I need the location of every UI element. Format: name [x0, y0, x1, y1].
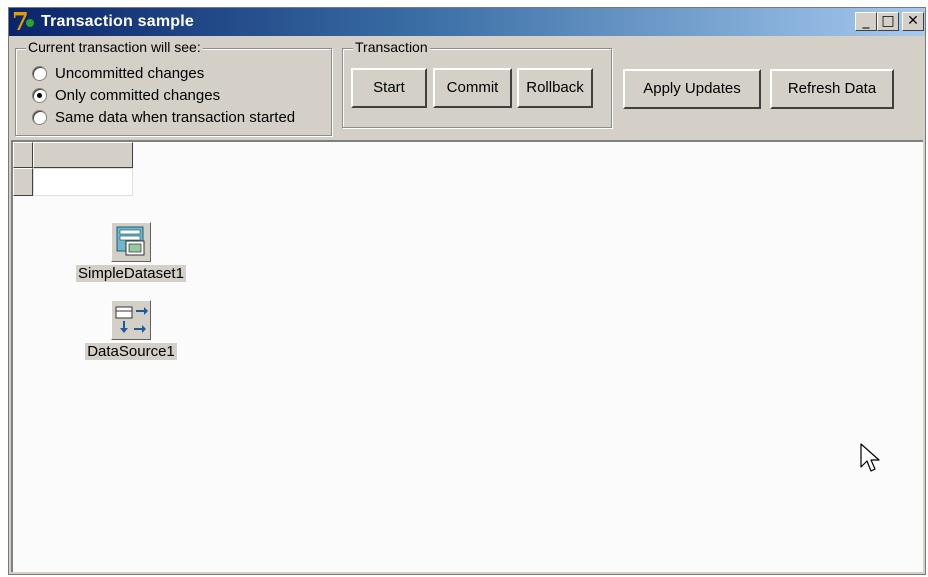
- form-client-area: SimpleDataset1 DataSource1: [11, 140, 923, 572]
- dataset-icon: [111, 222, 151, 262]
- maximize-button[interactable]: □: [877, 12, 899, 31]
- mouse-cursor-icon: [860, 443, 882, 478]
- datasource-icon: [111, 300, 151, 340]
- radio-uncommitted-label: Uncommitted changes: [55, 64, 205, 82]
- data-grid[interactable]: [13, 142, 133, 198]
- datasource-label: DataSource1: [85, 343, 177, 360]
- transaction-legend: Transaction: [353, 39, 430, 55]
- title-bar[interactable]: 7 Transaction sample _ □ ✕: [9, 8, 925, 36]
- grid-row-indicator[interactable]: [13, 168, 33, 196]
- radio-committed[interactable]: Only committed changes: [32, 85, 220, 105]
- commit-button[interactable]: Commit: [433, 68, 512, 108]
- radio-uncommitted[interactable]: Uncommitted changes: [32, 63, 204, 83]
- datasource-component[interactable]: DataSource1: [71, 300, 191, 361]
- toolbar-area: Current transaction will see: Uncommitte…: [9, 36, 925, 140]
- radio-snapshot[interactable]: Same data when transaction started: [32, 107, 295, 127]
- start-button[interactable]: Start: [351, 68, 427, 108]
- grid-column-header[interactable]: [33, 142, 133, 168]
- radio-uncommitted-circle[interactable]: [32, 65, 47, 81]
- app-window: 7 Transaction sample _ □ ✕ Current trans…: [8, 7, 926, 575]
- simple-dataset-component[interactable]: SimpleDataset1: [71, 222, 191, 283]
- window-title: Transaction sample: [41, 13, 194, 30]
- grid-data-cell[interactable]: [33, 168, 133, 196]
- rollback-button[interactable]: Rollback: [517, 68, 593, 108]
- transaction-groupbox: Transaction Start Commit Rollback: [342, 39, 612, 128]
- grid-corner-cell: [13, 142, 33, 168]
- close-button[interactable]: ✕: [902, 12, 924, 31]
- isolation-groupbox: Current transaction will see: Uncommitte…: [15, 39, 332, 136]
- radio-snapshot-circle[interactable]: [32, 109, 47, 125]
- radio-committed-circle[interactable]: [32, 87, 47, 103]
- apply-updates-button[interactable]: Apply Updates: [623, 69, 761, 109]
- app-logo-icon: 7: [12, 10, 36, 34]
- simple-dataset-label: SimpleDataset1: [76, 265, 186, 282]
- isolation-legend: Current transaction will see:: [26, 39, 203, 55]
- refresh-data-button[interactable]: Refresh Data: [770, 69, 894, 109]
- radio-committed-label: Only committed changes: [55, 86, 221, 104]
- radio-snapshot-label: Same data when transaction started: [55, 108, 296, 126]
- minimize-button[interactable]: _: [855, 12, 877, 31]
